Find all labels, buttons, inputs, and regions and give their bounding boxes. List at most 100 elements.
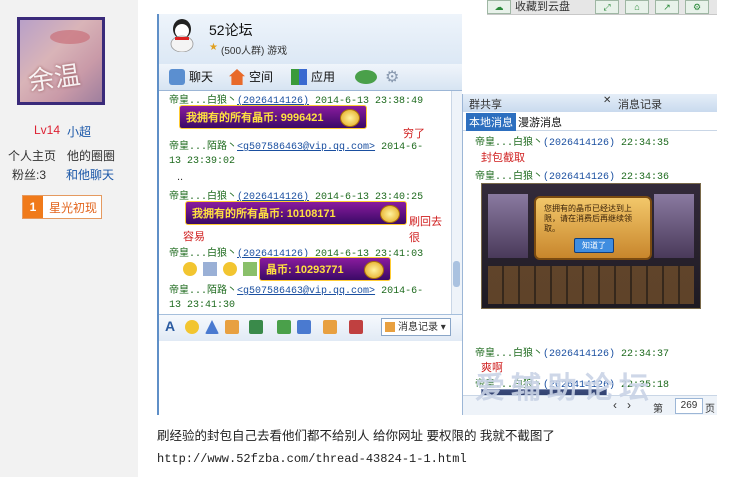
user-level: Lv14 [34, 123, 61, 137]
tab-chat[interactable]: 聊天 [167, 67, 213, 87]
post-body: 刷经验的封包自己去看他们都不给别人 给你网址 要权限的 我就不截图了 [157, 429, 555, 443]
game-dialog-text: 您拥有的晶币已经达到上限，请在消费后再继续领取。 [544, 204, 632, 233]
share-icon[interactable]: ↗ [655, 0, 679, 14]
emoji-icon[interactable] [185, 320, 199, 334]
shake-icon[interactable] [205, 320, 219, 334]
history-meta: 帝皇...白狼丶(2026414126) 22:34:35 [475, 133, 669, 149]
game-inventory [488, 266, 694, 304]
group-title: 52论坛 [209, 22, 253, 38]
sender-name[interactable]: 帝皇...陌路丶 [169, 286, 237, 297]
group-subtitle: (500人群) 游戏 [221, 46, 288, 57]
side-panel-tabs: 群共享 ✕ 消息记录 [463, 94, 717, 112]
history-meta: 帝皇...白狼丶(2026414126) 22:34:36 [475, 167, 669, 183]
game-dialog-button: 知道了 [574, 238, 614, 253]
message-scrollbar[interactable] [451, 91, 462, 321]
gear-icon[interactable]: ⚙ [385, 67, 399, 87]
history-icon [385, 322, 395, 332]
home-link[interactable]: 个人主页 [8, 147, 56, 164]
input-toolbar: A 消息记录 ▾ [159, 314, 462, 341]
close-icon[interactable]: ✕ [603, 95, 611, 106]
post-url[interactable]: http://www.52fzba.com/thread-43824-1-1.h… [157, 452, 467, 466]
screenshot-icon[interactable] [297, 320, 311, 334]
post-screenshot-image: ☁ 收藏到云盘 ⤢ ⌂ ↗ ⚙ 52论坛 ★ (500人群) 游戏 聊天 空间 … [157, 0, 717, 415]
tab-chat-label: 聊天 [189, 70, 214, 84]
scrollbar-thumb[interactable] [453, 261, 460, 287]
message-text-part1: 刷回去很 [409, 216, 442, 244]
cloud-icon[interactable]: ☁ [487, 0, 511, 14]
expand-icon[interactable]: ⤢ [595, 0, 619, 14]
font-icon[interactable]: A [165, 318, 179, 334]
message-text: 穷了 [403, 128, 425, 140]
chat-link[interactable]: 和他聊天 [66, 166, 114, 183]
game-screenshot[interactable]: 您拥有的晶币已经达到上限，请在消费后再继续领取。 知道了 [481, 183, 701, 309]
username-link[interactable]: 小超 [67, 123, 91, 140]
banner-text: 我拥有的所有晶币: 10108171 [192, 208, 336, 220]
message-input[interactable] [159, 341, 462, 415]
history-meta: 帝皇...白狼丶(2026414126) 22:34:37 [475, 344, 669, 360]
group-avatar-icon [170, 19, 194, 52]
gift-icon [243, 262, 257, 276]
tab-apps[interactable]: 应用 [289, 67, 335, 87]
settings-icon[interactable]: ⚙ [685, 0, 709, 14]
message-time: 22:34:37 [621, 349, 670, 360]
qq-group-chat-window: 52论坛 ★ (500人群) 游戏 聊天 空间 应用 ⚙ 帝皇...白狼丶(20… [157, 14, 462, 415]
tab-local-messages[interactable]: 本地消息 [466, 113, 516, 131]
smiley-icon [223, 262, 237, 276]
history-label: 消息记录 [398, 322, 438, 333]
message-time: 22:34:36 [621, 172, 670, 183]
avatar[interactable]: 余温 [17, 17, 105, 105]
edit-icon[interactable] [225, 320, 239, 334]
crystal-coin-banner: 我拥有的所有晶币: 10108171 [185, 201, 407, 225]
home-icon[interactable]: ⌂ [625, 0, 649, 14]
rank-badge-label: 星光初现 [49, 201, 98, 215]
chat-header: 52论坛 ★ (500人群) 游戏 [159, 14, 462, 64]
music-icon[interactable] [277, 320, 291, 334]
sender-email[interactable]: <g507586463@vip.qq.com> [237, 142, 375, 153]
circle-link[interactable]: 他的圈圈 [67, 147, 115, 164]
avatar-watermark: 余温 [26, 60, 83, 98]
page-input[interactable]: 269 [675, 398, 703, 414]
post-text: 刷经验的封包自己去看他们都不给别人 给你网址 要权限的 我就不截图了 http:… [157, 425, 732, 470]
message-text-part2: 容易 [183, 231, 205, 243]
message-history-button[interactable]: 消息记录 ▾ [381, 318, 451, 336]
tab-space-label: 空间 [249, 70, 274, 84]
message-list: 帝皇...白狼丶(2026414126) 2014-6-13 23:38:49 … [159, 91, 449, 321]
rank-badge: 1 星光初现 [22, 195, 102, 219]
tab-roaming-messages[interactable]: 漫游消息 [518, 114, 562, 130]
author-profile: 余温 Lv14 小超 个人主页 他的圈圈 粉丝:3 和他聊天 1 星光初现 [0, 0, 138, 477]
tab-group-share[interactable]: 群共享 [469, 96, 502, 112]
tab-message-history[interactable]: 消息记录 [618, 96, 662, 112]
message-time: 22:34:35 [621, 138, 670, 149]
page-margin [717, 0, 748, 415]
coin-icon [380, 205, 400, 223]
sender-email[interactable]: <g507586463@vip.qq.com> [237, 286, 375, 297]
site-watermark: 爱辅助论坛 [475, 372, 655, 405]
save-to-cloud-label[interactable]: 收藏到云盘 [515, 0, 570, 13]
chart-icon[interactable] [323, 320, 337, 334]
coin-icon [364, 261, 384, 279]
crystal-coin-banner: 我拥有的所有晶币: 9996421 [179, 105, 367, 129]
crystal-coin-banner: 晶币: 10293771 [259, 257, 391, 281]
house-icon [229, 69, 245, 85]
game-art [654, 194, 694, 258]
rank-badge-number: 1 [23, 196, 43, 218]
image-icon[interactable] [249, 320, 263, 334]
page-suffix: 页 [705, 404, 715, 415]
message-meta: 帝皇...陌路丶<g507586463@vip.qq.com> 2014-6-1… [169, 141, 429, 169]
browser-toolbar: ☁ 收藏到云盘 ⤢ ⌂ ↗ ⚙ [487, 0, 717, 15]
more-icon[interactable] [349, 320, 363, 334]
history-text: 封包截取 [481, 152, 525, 164]
note-icon [203, 262, 217, 276]
star-icon: ★ [209, 42, 218, 53]
emoticon-row [183, 259, 263, 279]
tab-space[interactable]: 空间 [227, 67, 273, 87]
sender-name[interactable]: 帝皇...陌路丶 [169, 142, 237, 153]
sender-name: 帝皇...白狼丶 [475, 138, 544, 149]
sender-id: (2026414126) [543, 172, 616, 183]
chat-icon [169, 69, 185, 85]
history-list: 帝皇...白狼丶(2026414126) 22:34:35 封包截取 帝皇...… [463, 131, 717, 409]
add-member-icon[interactable] [355, 70, 377, 84]
chat-tabs: 聊天 空间 应用 ⚙ [159, 64, 462, 91]
banner-text: 我拥有的所有晶币: 9996421 [186, 112, 324, 124]
coin-icon [340, 109, 360, 127]
